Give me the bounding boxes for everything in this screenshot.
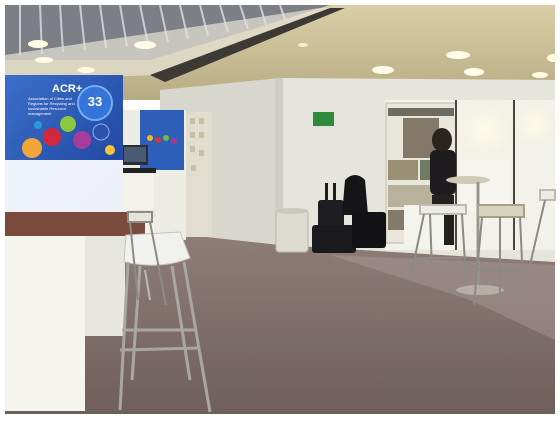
exhibition-hall-photo: ACR+ Association of Cities and Regions f… [0,0,560,421]
scene-illustration [0,0,560,421]
exit-sign [313,112,334,126]
banner-badge-number: 33 [87,94,103,109]
banner-brand: ACR+ [52,83,83,95]
banner-subtitle: Association of Cities and Regions for Re… [28,96,75,116]
trash-bin [275,208,309,253]
counter-front [5,236,85,411]
counter-top [5,212,145,236]
